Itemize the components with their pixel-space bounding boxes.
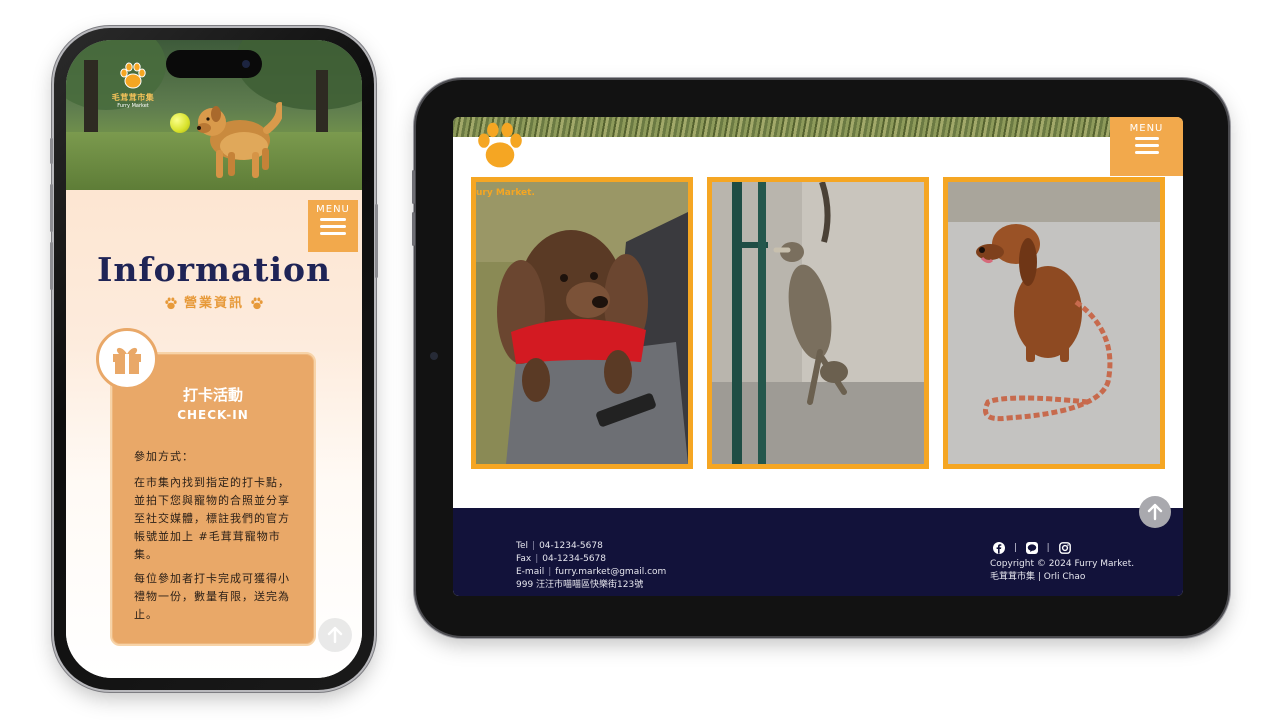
phone-power-button [375, 204, 378, 278]
footer-tel-row: Tel | 04-1234-5678 [516, 541, 603, 551]
section-heading: Information [96, 250, 332, 289]
scroll-to-top-button[interactable] [1139, 496, 1171, 528]
dachshund-stroller-photo [476, 182, 688, 464]
phone-brand-logo[interactable]: 毛茸茸市集 Furry Market [98, 62, 168, 109]
gallery-photo-3[interactable] [943, 177, 1165, 469]
header-grass-banner [453, 117, 1183, 137]
gallery-photo-2[interactable] [707, 177, 929, 469]
paw-icon [165, 297, 177, 310]
arrow-up-icon [327, 626, 343, 644]
email-label: E-mail [516, 567, 545, 577]
hamburger-icon [1134, 137, 1159, 154]
scroll-to-top-button[interactable] [318, 618, 352, 652]
paw-icon [251, 297, 263, 310]
brand-subname: Furry Market [117, 103, 149, 109]
social-divider: | [1013, 543, 1017, 553]
menu-label: MENU [1129, 123, 1164, 134]
menu-button[interactable]: MENU [1110, 117, 1183, 176]
paw-logo-icon [120, 62, 146, 89]
information-section: MENU Information 營業資訊 打卡活動 CHECK-IN 參加方式… [66, 190, 362, 678]
phone-volume-up-button [50, 184, 53, 232]
line-icon[interactable] [1025, 542, 1038, 554]
photo-caption-watermark: ury Market. [476, 188, 535, 198]
footer-address: 999 汪汪市喵喵區快樂街123號 [516, 580, 644, 590]
gift-icon [113, 347, 141, 374]
instagram-icon[interactable] [1058, 542, 1071, 554]
paw-logo-icon[interactable] [473, 121, 527, 171]
dachshund-leash-photo [948, 182, 1160, 464]
dynamic-island [166, 50, 262, 78]
credit-text: 毛茸茸市集 | Orli Chao [990, 572, 1086, 582]
menu-button[interactable]: MENU [308, 200, 358, 252]
copyright-text: Copyright © 2024 Furry Market. [990, 559, 1135, 569]
tel-value[interactable]: 04-1234-5678 [539, 541, 603, 551]
checkin-method-label: 參加方式： [134, 450, 194, 463]
arrow-up-icon [1147, 503, 1163, 521]
tablet-volume-button [412, 170, 415, 204]
cat-climbing-photo [712, 182, 924, 464]
footer-copyright: Copyright © 2024 Furry Market. 毛茸茸市集 | O… [990, 558, 1134, 584]
menu-label: MENU [316, 204, 350, 215]
fax-label: Fax [516, 554, 532, 564]
checkin-paragraph-2: 每位參加者打卡完成可獲得小禮物一份，數量有限，送完為止。 [134, 572, 290, 621]
footer-email-row: E-mail | furry.market@gmail.com [516, 567, 667, 577]
checkin-subtitle: CHECK-IN [177, 408, 249, 422]
site-footer: Tel | 04-1234-5678 Fax | 04-1234-5678 E-mail… [453, 508, 1183, 596]
fax-value: 04-1234-5678 [542, 554, 607, 564]
gallery-photo-1[interactable]: ury Market. [471, 177, 693, 469]
checkin-paragraph-1: 在市集內找到指定的打卡點，並拍下您與寵物的合照並分享至社交媒體，標註我們的官方帳… [134, 476, 290, 561]
footer-fax-row: Fax | 04-1234-5678 [516, 554, 607, 564]
email-link[interactable]: furry.market@gmail.com [555, 567, 666, 577]
tablet-mockup: MENU ury Market. Tel | 04-1234-5678 Fax … [412, 80, 1228, 636]
facebook-icon[interactable] [993, 542, 1005, 554]
phone-mockup: 毛茸茸市集 Furry Market MENU Information 營業資訊 [50, 28, 378, 690]
tablet-screen: MENU ury Market. Tel | 04-1234-5678 Fax … [453, 117, 1183, 596]
section-subheading: 營業資訊 [183, 296, 244, 311]
tablet-camera [430, 352, 438, 360]
tennis-ball [170, 113, 190, 133]
golden-retriever-illustration [197, 102, 282, 178]
footer-contacts: Tel | 04-1234-5678 Fax | 04-1234-5678 E-mail… [516, 540, 666, 592]
phone-volume-down-button [50, 242, 53, 290]
phone-screen: 毛茸茸市集 Furry Market MENU Information 營業資訊 [66, 40, 362, 678]
section-subheading-row: 營業資訊 [66, 292, 362, 311]
brand-name: 毛茸茸市集 [111, 93, 155, 102]
checkin-card: 打卡活動 CHECK-IN 參加方式： 在市集內找到指定的打卡點，並拍下您與寵物… [96, 328, 316, 646]
tablet-volume-button [412, 212, 415, 246]
hamburger-icon [320, 218, 346, 235]
phone-action-button [50, 138, 53, 164]
social-divider: | [1046, 543, 1050, 553]
gift-badge [96, 328, 158, 390]
checkin-title: 打卡活動 [182, 386, 243, 404]
tel-label: Tel [516, 541, 529, 551]
social-links: | | [993, 542, 1071, 554]
